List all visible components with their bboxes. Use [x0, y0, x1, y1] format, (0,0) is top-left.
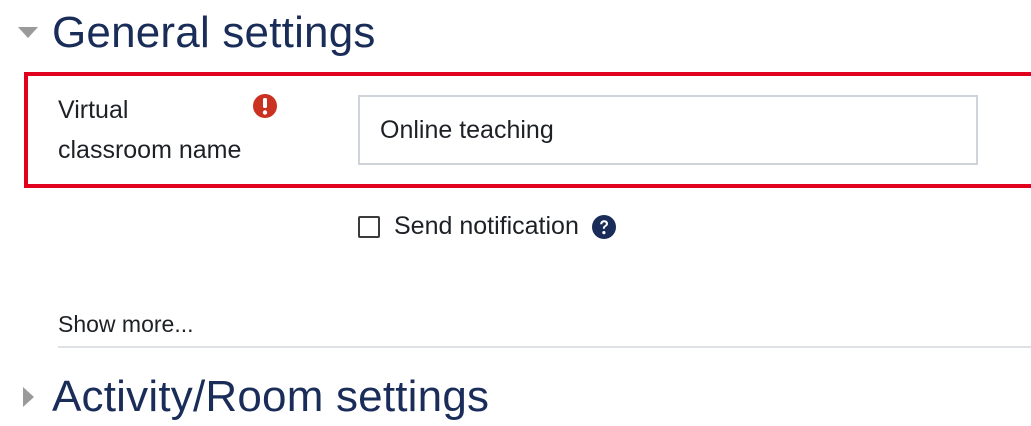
collapse-triangle-icon[interactable] [8, 13, 48, 53]
section-title-activity: Activity/Room settings [52, 372, 490, 421]
divider [58, 346, 1031, 348]
question-circle-icon[interactable] [591, 214, 617, 240]
label-line-2: classroom name [58, 136, 242, 164]
activity-settings-header[interactable]: Activity/Room settings [0, 372, 489, 422]
send-notification-row[interactable]: Send notification [358, 212, 617, 241]
general-settings-header[interactable]: General settings [0, 8, 376, 58]
section-title-general: General settings [52, 8, 376, 57]
send-notification-checkbox[interactable] [358, 215, 380, 238]
required-exclamation-icon [252, 93, 278, 119]
classroom-name-input[interactable] [358, 95, 978, 165]
expand-triangle-icon[interactable] [8, 377, 48, 417]
show-more-link[interactable]: Show more... [58, 311, 194, 338]
send-notification-label[interactable]: Send notification [394, 212, 579, 241]
classroom-name-label: Virtual classroom name [58, 90, 258, 170]
settings-form: General settings Virtual classroom name … [0, 0, 1031, 426]
label-line-1: Virtual [58, 96, 129, 124]
